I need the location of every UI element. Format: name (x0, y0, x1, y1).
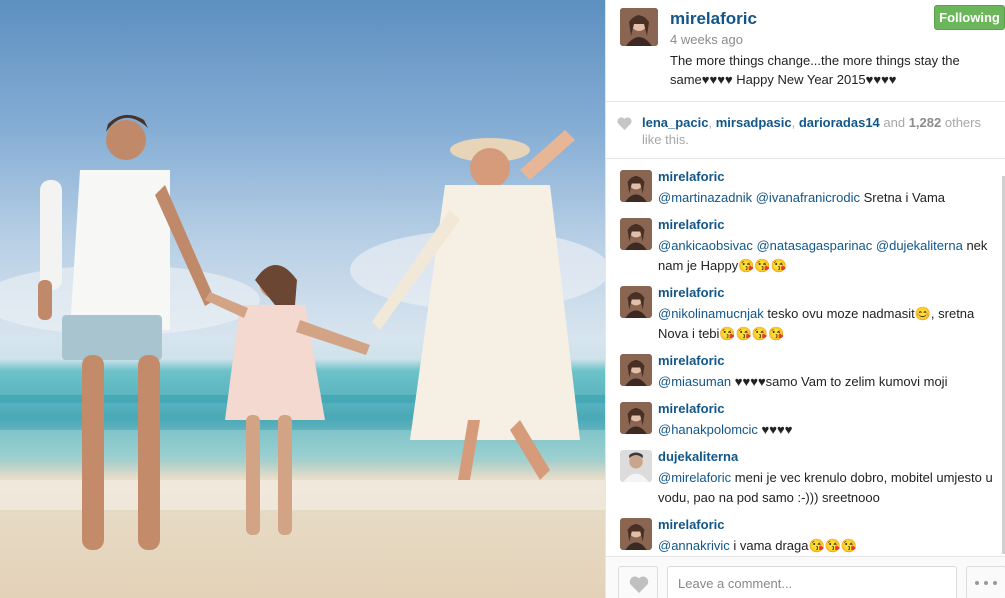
comment-body: ♥♥♥♥samo Vam to zelim kumovi moji (731, 374, 948, 389)
avatar[interactable] (620, 518, 652, 550)
liker-link[interactable]: darioradas14 (799, 115, 880, 130)
comment-mentions[interactable]: @annakrivic (658, 538, 730, 553)
comment-username[interactable]: mirelaforic (658, 401, 724, 416)
avatar[interactable] (620, 170, 652, 202)
comment-body: i vama draga😘😘😘 (729, 538, 858, 553)
likes-and: and (879, 115, 909, 130)
comment-text: @nikolinamucnjak tesko ovu moze nadmasit… (658, 304, 993, 344)
avatar[interactable] (620, 286, 652, 318)
comment-mentions[interactable]: @nikolinamucnjak (658, 306, 764, 321)
post-timestamp[interactable]: 4 weeks ago (670, 32, 743, 47)
post-header: mirelaforic 4 weeks ago The more things … (606, 0, 1005, 102)
avatar[interactable] (620, 354, 652, 386)
comment-mentions[interactable]: @ankicaobsivac @natasagasparinac @dujeka… (658, 238, 963, 253)
comment-mentions[interactable]: @hanakpolomcic (658, 422, 758, 437)
more-dots-icon (993, 581, 997, 585)
comment-username[interactable]: mirelaforic (658, 285, 724, 300)
comment-username[interactable]: dujekaliterna (658, 449, 738, 464)
avatar[interactable] (620, 450, 652, 482)
likes-separator: , (708, 115, 716, 130)
comment-text: @miasuman ♥♥♥♥samo Vam to zelim kumovi m… (658, 372, 993, 392)
photo-illustration (0, 114, 605, 550)
likes-count[interactable]: 1,282 (909, 115, 942, 130)
heart-icon (617, 117, 632, 130)
comment-mentions[interactable]: @martinazadnik @ivanafranicrodic (658, 190, 860, 205)
comment-body: Sretna i Vama (859, 190, 946, 205)
comment-input[interactable] (667, 566, 957, 598)
likes-separator: , (791, 115, 799, 130)
woman-figure (372, 130, 580, 480)
liker-link[interactable]: mirsadpasic (716, 115, 792, 130)
comment-footer (606, 556, 1005, 598)
comment-mentions[interactable]: @miasuman (658, 374, 731, 389)
avatar[interactable] (620, 8, 658, 46)
post-detail-panel: mirelaforic 4 weeks ago The more things … (605, 0, 1005, 598)
more-dots-icon (984, 581, 988, 585)
comment-body: ♥♥♥♥ (757, 422, 793, 437)
comments-list[interactable]: mirelaforic @martinazadnik @ivanafranicr… (606, 160, 1002, 556)
comment-text: @mirelaforic meni je vec krenulo dobro, … (658, 468, 993, 508)
likes-summary: lena_pacic, mirsadpasic, darioradas14 an… (642, 114, 992, 148)
liker-link[interactable]: lena_pacic (642, 115, 709, 130)
comment-text: @martinazadnik @ivanafranicrodic Sretna … (658, 188, 993, 208)
comment-text: @hanakpolomcic ♥♥♥♥ (658, 420, 993, 440)
comment-text: @ankicaobsivac @natasagasparinac @dujeka… (658, 236, 993, 276)
comment-username[interactable]: mirelaforic (658, 517, 724, 532)
likes-section: lena_pacic, mirsadpasic, darioradas14 an… (606, 103, 1005, 159)
avatar[interactable] (620, 402, 652, 434)
following-button[interactable]: Following (934, 5, 1005, 30)
comment-text: @annakrivic i vama draga😘😘😘 (658, 536, 993, 556)
comment-username[interactable]: mirelaforic (658, 353, 724, 368)
avatar[interactable] (620, 218, 652, 250)
comment-username[interactable]: mirelaforic (658, 217, 724, 232)
more-dots-icon (975, 581, 979, 585)
post-username[interactable]: mirelaforic (670, 9, 757, 29)
post-photo[interactable] (0, 0, 605, 598)
more-options-button[interactable] (966, 566, 1005, 598)
post-caption: The more things change...the more things… (670, 53, 960, 87)
comment-mentions[interactable]: @mirelaforic (658, 470, 731, 485)
like-button[interactable] (618, 566, 658, 598)
heart-icon (629, 576, 649, 593)
comment-username[interactable]: mirelaforic (658, 169, 724, 184)
